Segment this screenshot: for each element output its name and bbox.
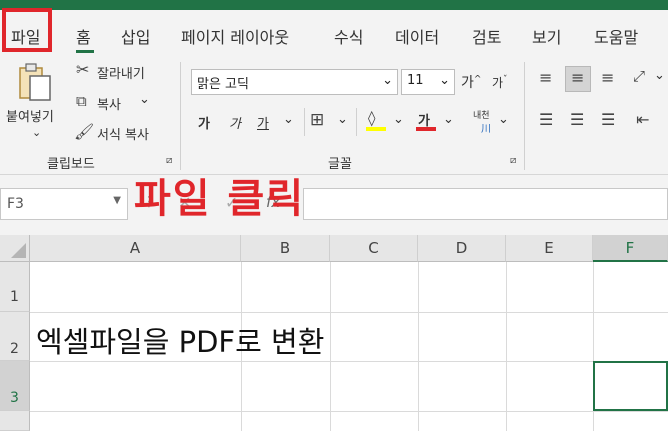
paste-icon bbox=[19, 63, 51, 101]
gridline bbox=[30, 312, 668, 313]
scissors-icon: ✂ bbox=[76, 60, 90, 79]
font-name-chevron-icon: ⌄ bbox=[382, 73, 393, 88]
dialog-launcher-icon[interactable]: ⧄ bbox=[166, 155, 172, 166]
font-group-label: 글꼴 bbox=[328, 157, 352, 172]
gridline bbox=[30, 411, 668, 412]
phonetic-icon[interactable]: 川 bbox=[481, 120, 491, 135]
paste-chevron-icon[interactable]: ⌄ bbox=[32, 126, 41, 139]
tab-data[interactable]: 데이터 bbox=[395, 24, 439, 48]
tab-page-layout[interactable]: 페이지 레이아웃 bbox=[181, 24, 289, 48]
paste-button[interactable]: 붙여넣기 ⌄ bbox=[6, 60, 62, 140]
font-separator bbox=[304, 108, 305, 136]
shrink-font-button[interactable]: 가ˇ bbox=[492, 74, 508, 91]
shrink-font-label: 가 bbox=[492, 76, 504, 90]
font-name-value: 맑은 고딕 bbox=[197, 77, 249, 92]
copy-icon: ⧉ bbox=[76, 92, 87, 110]
grow-font-button[interactable]: 가^ bbox=[461, 72, 481, 92]
gridline bbox=[506, 262, 507, 431]
phonetic-chevron-icon[interactable]: ⌄ bbox=[498, 112, 509, 127]
select-all-icon bbox=[11, 243, 26, 258]
column-header-c[interactable]: C bbox=[330, 235, 418, 262]
grow-font-label: 가 bbox=[461, 75, 474, 91]
tab-insert[interactable]: 삽입 bbox=[121, 24, 150, 48]
worksheet-grid[interactable]: A B C D E F 1 2 3 엑셀파일을 PDF로 변환 bbox=[0, 235, 668, 431]
clipboard-group-label: 클립보드 bbox=[47, 157, 95, 172]
ribbon-tab-bar: 파일 홈 삽입 페이지 레이아웃 수식 데이터 검토 보기 도움말 bbox=[0, 10, 668, 54]
font-size-chevron-icon: ⌄ bbox=[439, 73, 450, 88]
font-separator-2 bbox=[356, 108, 357, 136]
formula-input[interactable] bbox=[303, 188, 668, 220]
underline-chevron-icon[interactable]: ⌄ bbox=[283, 112, 294, 127]
cell-a2[interactable]: 엑셀파일을 PDF로 변환 bbox=[36, 319, 324, 361]
bold-button[interactable]: 가 bbox=[198, 113, 210, 132]
tab-home[interactable]: 홈 bbox=[76, 24, 91, 48]
group-separator-2 bbox=[524, 62, 525, 170]
align-right-icon[interactable]: ☰ bbox=[601, 110, 615, 129]
tab-help[interactable]: 도움말 bbox=[594, 24, 638, 48]
font-size-value: 11 bbox=[407, 73, 424, 88]
select-all-corner[interactable] bbox=[0, 235, 30, 262]
gridline bbox=[418, 262, 419, 431]
fill-color-chevron-icon[interactable]: ⌄ bbox=[393, 112, 404, 127]
copy-chevron-icon[interactable]: ⌄ bbox=[139, 92, 150, 107]
align-middle-button[interactable]: ≡ bbox=[565, 66, 591, 92]
tab-review[interactable]: 검토 bbox=[472, 24, 501, 48]
orientation-icon[interactable]: ⤢ bbox=[633, 67, 645, 85]
fill-color-icon[interactable]: ◊ bbox=[368, 109, 375, 127]
align-middle-icon: ≡ bbox=[571, 68, 585, 87]
font-dialog-launcher-icon[interactable]: ⧄ bbox=[510, 155, 516, 166]
align-left-icon[interactable]: ☰ bbox=[539, 110, 553, 129]
title-bar bbox=[0, 0, 668, 10]
column-header-e[interactable]: E bbox=[506, 235, 593, 262]
font-color-bar bbox=[416, 127, 436, 131]
orientation-chevron-icon[interactable]: ⌄ bbox=[654, 68, 665, 83]
underline-button[interactable]: 가 bbox=[257, 113, 269, 132]
paste-label: 붙여넣기 bbox=[6, 110, 54, 125]
name-box-value: F3 bbox=[7, 196, 24, 212]
border-chevron-icon[interactable]: ⌄ bbox=[337, 112, 348, 127]
format-painter-icon: 🖌 bbox=[74, 122, 95, 141]
gridline bbox=[30, 361, 668, 362]
row-header-4[interactable] bbox=[0, 411, 30, 431]
group-separator bbox=[180, 62, 181, 170]
tab-formulas[interactable]: 수식 bbox=[334, 24, 363, 48]
selected-cell-f3[interactable] bbox=[593, 361, 668, 411]
border-icon[interactable]: ⊞ bbox=[310, 110, 324, 130]
align-center-icon[interactable]: ☰ bbox=[570, 110, 584, 129]
font-color-chevron-icon[interactable]: ⌄ bbox=[443, 112, 454, 127]
column-header-a[interactable]: A bbox=[30, 235, 241, 262]
annotation-text: 파일 클릭 bbox=[134, 176, 306, 222]
row-header-1[interactable]: 1 bbox=[0, 262, 30, 312]
align-bottom-icon[interactable]: ≡ bbox=[601, 68, 614, 87]
font-size-combo[interactable]: 11 ⌄ bbox=[401, 69, 455, 95]
italic-button[interactable]: 가 bbox=[229, 113, 241, 132]
file-tab-highlight bbox=[2, 8, 52, 52]
name-box[interactable]: F3 ▼ bbox=[0, 188, 128, 220]
tab-view[interactable]: 보기 bbox=[532, 24, 561, 48]
align-top-icon[interactable]: ≡ bbox=[539, 68, 552, 87]
cut-button[interactable]: 잘라내기 bbox=[97, 63, 145, 82]
ribbon-home: 붙여넣기 ⌄ ✂ 잘라내기 ⧉ 복사 ⌄ 🖌 서식 복사 클립보드 ⧄ 맑은 고… bbox=[0, 54, 668, 175]
active-tab-indicator bbox=[76, 50, 94, 53]
fill-color-bar bbox=[366, 127, 386, 131]
name-box-dropdown-icon[interactable]: ▼ bbox=[113, 195, 121, 206]
decrease-indent-icon[interactable]: ⇤ bbox=[636, 110, 649, 129]
row-header-2[interactable]: 2 bbox=[0, 312, 30, 361]
copy-button[interactable]: 복사 bbox=[97, 94, 121, 113]
font-name-combo[interactable]: 맑은 고딕 ⌄ bbox=[191, 69, 398, 95]
column-header-b[interactable]: B bbox=[241, 235, 330, 262]
column-header-f[interactable]: F bbox=[593, 235, 668, 262]
row-header-3[interactable]: 3 bbox=[0, 361, 30, 411]
format-painter-button[interactable]: 서식 복사 bbox=[97, 124, 149, 143]
gridline bbox=[330, 262, 331, 431]
column-header-d[interactable]: D bbox=[418, 235, 506, 262]
